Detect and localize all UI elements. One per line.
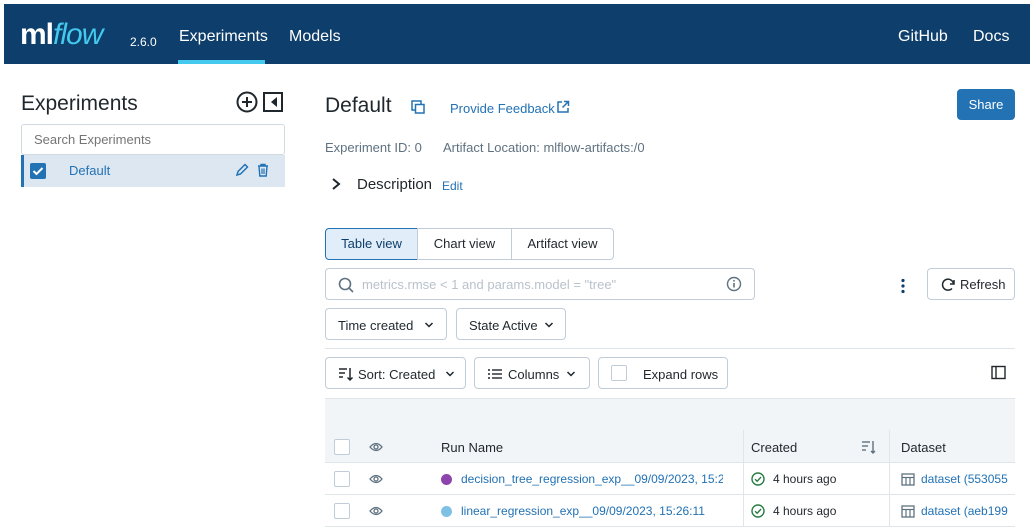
description-toggle[interactable]: Description	[357, 176, 432, 193]
sort-icon	[339, 368, 354, 382]
top-nav-bar: mlflow 2.6.0 Experiments Models GitHub D…	[4, 4, 1030, 64]
time-created-dropdown[interactable]: Time created	[325, 308, 447, 340]
pencil-icon[interactable]	[234, 162, 250, 178]
logo-flow-text: flow	[53, 18, 103, 51]
sidebar-item-label: Default	[69, 163, 111, 178]
search-placeholder: metrics.rmse < 1 and params.model = "tre…	[362, 277, 617, 292]
check-circle-icon	[751, 504, 765, 518]
collapse-sidebar-icon[interactable]	[262, 91, 284, 113]
logo-ml-text: ml	[20, 18, 54, 51]
column-separator	[889, 495, 890, 526]
external-link-icon[interactable]	[556, 100, 570, 114]
sort-label: Sort: Created	[358, 367, 436, 382]
page-title: Default	[325, 94, 392, 117]
nav-models[interactable]: Models	[289, 28, 341, 46]
nav-experiments[interactable]: Experiments	[179, 28, 268, 46]
expand-rows-toggle[interactable]: Expand rows	[598, 357, 728, 389]
columns-dropdown[interactable]: Columns	[474, 357, 590, 389]
provide-feedback-link[interactable]: Provide Feedback	[450, 101, 555, 116]
dataset-link[interactable]: dataset (aeb199	[921, 504, 1015, 518]
column-header-dataset[interactable]: Dataset	[901, 440, 946, 455]
description-edit-link[interactable]: Edit	[442, 179, 463, 193]
columns-icon	[488, 369, 502, 379]
nav-github[interactable]: GitHub	[898, 28, 948, 46]
tab-chart-view[interactable]: Chart view	[417, 228, 512, 260]
run-name-link[interactable]: decision_tree_regression_exp__09/09/2023…	[461, 472, 723, 486]
run-name-link[interactable]: linear_regression_exp__09/09/2023, 15:26…	[461, 504, 723, 518]
add-experiment-icon[interactable]	[236, 91, 258, 113]
artifact-location: Artifact Location: mlflow-artifacts:/0	[443, 140, 645, 155]
checkbox-checked-icon[interactable]	[30, 163, 46, 179]
tab-table-view[interactable]: Table view	[325, 228, 418, 260]
experiment-id: Experiment ID: 0	[325, 140, 422, 155]
state-dropdown[interactable]: State Active	[456, 308, 566, 340]
column-separator	[889, 430, 890, 462]
eye-icon[interactable]	[369, 441, 383, 453]
row-checkbox[interactable]	[334, 503, 350, 519]
eye-icon[interactable]	[369, 473, 383, 485]
mlflow-logo[interactable]: mlflow	[20, 18, 103, 52]
column-separator	[743, 463, 744, 494]
column-header-run-name[interactable]: Run Name	[441, 440, 503, 455]
table-icon	[901, 505, 915, 518]
refresh-label: Refresh	[960, 277, 1006, 292]
run-color-dot[interactable]	[441, 474, 452, 485]
sort-dropdown[interactable]: Sort: Created	[325, 357, 466, 389]
more-options-icon[interactable]	[900, 278, 906, 294]
search-icon	[338, 277, 354, 293]
sidebar-title: Experiments	[21, 92, 138, 115]
table-row[interactable]: decision_tree_regression_exp__09/09/2023…	[325, 463, 1015, 495]
dataset-link[interactable]: dataset (553055	[921, 472, 1015, 486]
trash-icon[interactable]	[256, 163, 270, 177]
run-search-input[interactable]: metrics.rmse < 1 and params.model = "tre…	[325, 268, 755, 300]
expand-rows-label: Expand rows	[643, 367, 719, 382]
nav-docs[interactable]: Docs	[973, 28, 1009, 46]
column-separator	[743, 495, 744, 526]
refresh-icon	[941, 278, 955, 291]
sort-descending-icon[interactable]	[861, 440, 877, 454]
share-button[interactable]: Share	[957, 89, 1015, 120]
side-panel-icon[interactable]	[991, 365, 1006, 380]
run-color-dot[interactable]	[441, 506, 452, 517]
time-created-label: Time created	[338, 318, 414, 333]
version-label: 2.6.0	[130, 35, 157, 49]
refresh-button[interactable]: Refresh	[927, 268, 1015, 300]
chevron-down-icon	[445, 371, 455, 377]
tab-artifact-view[interactable]: Artifact view	[511, 228, 614, 260]
state-label: State Active	[469, 318, 538, 333]
check-circle-icon	[751, 472, 765, 486]
expand-rows-checkbox[interactable]	[611, 365, 627, 381]
chevron-down-icon	[566, 371, 576, 377]
copy-icon[interactable]	[411, 100, 425, 114]
nav-active-indicator	[178, 60, 265, 64]
table-header: Run Name Created Dataset	[325, 430, 1015, 463]
eye-icon[interactable]	[369, 505, 383, 517]
search-experiments-input[interactable]	[21, 124, 285, 155]
column-separator	[743, 430, 744, 462]
sidebar-item-default[interactable]: Default	[21, 155, 285, 187]
chevron-right-icon[interactable]	[330, 177, 342, 191]
chevron-down-icon	[424, 322, 434, 328]
select-all-checkbox[interactable]	[334, 439, 350, 455]
column-separator	[889, 463, 890, 494]
table-group-header	[325, 398, 1015, 430]
columns-label: Columns	[508, 367, 560, 382]
table-icon	[901, 473, 915, 486]
divider	[325, 348, 1015, 349]
info-icon[interactable]	[726, 276, 742, 292]
row-checkbox[interactable]	[334, 471, 350, 487]
column-header-created[interactable]: Created	[751, 440, 797, 455]
created-time: 4 hours ago	[773, 472, 837, 486]
chevron-down-icon	[544, 322, 554, 328]
table-row[interactable]: linear_regression_exp__09/09/2023, 15:26…	[325, 495, 1015, 527]
created-time: 4 hours ago	[773, 504, 837, 518]
